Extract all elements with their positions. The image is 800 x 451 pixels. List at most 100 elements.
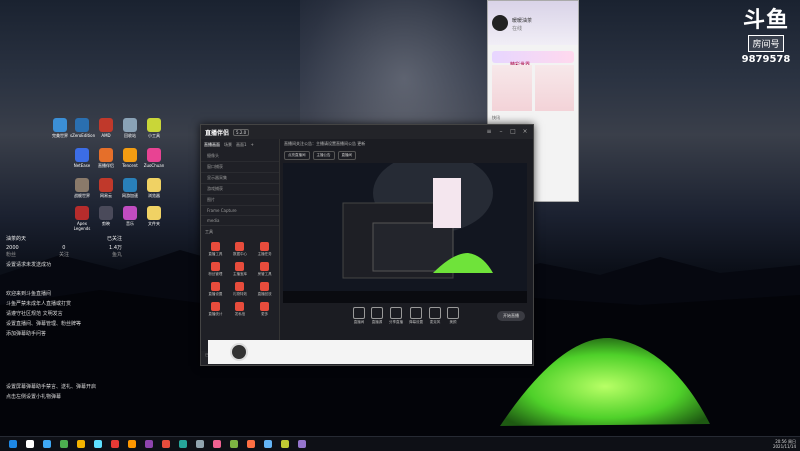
stat-fans: 2000 bbox=[6, 245, 19, 251]
taskbar-app-icon[interactable] bbox=[179, 440, 187, 448]
minimize-icon[interactable]: – bbox=[497, 128, 505, 136]
desktop-icon[interactable]: 文件夹 bbox=[142, 206, 166, 226]
tool-button[interactable]: 直播设置 bbox=[205, 282, 226, 298]
taskbar-app-icon[interactable] bbox=[94, 440, 102, 448]
taskbar-app-icon[interactable] bbox=[230, 440, 238, 448]
avatar[interactable] bbox=[230, 343, 248, 361]
desktop-icon[interactable]: NetEase bbox=[70, 148, 94, 168]
bottom-tool-button[interactable]: 美颜 bbox=[447, 307, 459, 325]
bottom-tool-icon bbox=[429, 307, 441, 319]
taskbar-app-icon[interactable] bbox=[281, 440, 289, 448]
app-icon bbox=[53, 118, 67, 132]
desktop-icon[interactable]: sZeroEdition bbox=[70, 118, 95, 138]
bottom-tool-icon bbox=[447, 307, 459, 319]
desktop-icon[interactable]: 完美世界 bbox=[48, 118, 72, 138]
ad-image[interactable] bbox=[534, 65, 574, 111]
bottom-tool-icon bbox=[390, 307, 402, 319]
taskbar-app-icon[interactable] bbox=[298, 440, 306, 448]
bottom-tool-button[interactable]: 直播源 bbox=[371, 307, 383, 325]
tool-button[interactable]: 直播统计 bbox=[205, 302, 226, 318]
desktop-icon[interactable]: 小工具 bbox=[142, 118, 166, 138]
source-item[interactable]: 游戏捕获 bbox=[201, 184, 279, 195]
bottom-tool-button[interactable]: 直播间 bbox=[353, 307, 365, 325]
tool-button[interactable]: 直播回放 bbox=[254, 282, 275, 298]
desktop-icon[interactable]: 网游加速 bbox=[118, 178, 142, 198]
chip-row: 点亮直播间 主播公告 直播间 bbox=[281, 149, 531, 162]
source-item[interactable]: 窗口捕获 bbox=[201, 162, 279, 173]
ad-image[interactable] bbox=[492, 65, 532, 111]
follow-badge[interactable]: 已关注 bbox=[107, 236, 122, 243]
chip[interactable]: 主播公告 bbox=[312, 151, 335, 160]
bottom-tool-label: 麦克风 bbox=[429, 320, 441, 324]
tool-button[interactable]: 数据中心 bbox=[230, 242, 251, 258]
app-icon bbox=[99, 178, 113, 192]
tool-button[interactable]: 主播任务 bbox=[254, 242, 275, 258]
live-companion-window[interactable]: 直播伴侣 5.2.0 ≡ – □ × 直播画面 场景 画面1 + 摄像头 窗口捕… bbox=[200, 124, 534, 366]
taskbar-app-icon[interactable] bbox=[162, 440, 170, 448]
app-icon bbox=[99, 118, 113, 132]
desktop-icon[interactable]: 回收站 bbox=[118, 118, 142, 138]
danmaku-strip bbox=[208, 340, 532, 364]
taskbar-app-icon[interactable] bbox=[264, 440, 272, 448]
taskbar-app-icon[interactable] bbox=[26, 440, 34, 448]
taskbar-app-icon[interactable] bbox=[9, 440, 17, 448]
desktop-icon[interactable]: ZuoChuan bbox=[142, 148, 166, 168]
scene-sidebar: 直播画面 场景 画面1 + 摄像头 窗口捕获 显示器采集 游戏捕获 图片 Fra… bbox=[201, 139, 280, 351]
tab-view1[interactable]: 画面1 bbox=[236, 142, 247, 148]
chip[interactable]: 点亮直播间 bbox=[284, 151, 310, 160]
room-id: 9879578 bbox=[741, 54, 791, 65]
taskbar-app-icon[interactable] bbox=[128, 440, 136, 448]
taskbar-app-icon[interactable] bbox=[60, 440, 68, 448]
avatar[interactable] bbox=[492, 15, 508, 31]
taskbar-app-icon[interactable] bbox=[77, 440, 85, 448]
bottom-tool-icon bbox=[353, 307, 365, 319]
chip[interactable]: 直播间 bbox=[337, 151, 356, 160]
add-scene-button[interactable]: + bbox=[251, 142, 254, 148]
desktop-icon[interactable]: Tencent bbox=[118, 148, 142, 168]
qq-ad-images[interactable] bbox=[492, 65, 574, 111]
tool-button[interactable]: 粉丝管理 bbox=[205, 262, 226, 278]
desktop-icon[interactable]: Apex Legends bbox=[70, 206, 94, 231]
taskbar-app-icon[interactable] bbox=[213, 440, 221, 448]
desktop-icon[interactable]: 网易云 bbox=[94, 178, 118, 198]
tool-icon bbox=[260, 282, 270, 291]
desktop-icon[interactable]: 浏览器 bbox=[142, 178, 166, 198]
source-item[interactable]: 摄像头 bbox=[201, 151, 279, 162]
taskbar-clock[interactable]: 20:56 周日 2021/11/14 bbox=[773, 439, 796, 449]
tool-button[interactable]: 发私信 bbox=[230, 302, 251, 318]
stat-fishball: 1.4万 bbox=[109, 245, 122, 251]
source-item[interactable]: 显示器采集 bbox=[201, 173, 279, 184]
bottom-tool-button[interactable]: 麦克风 bbox=[429, 307, 441, 325]
desktop-icon[interactable]: 直播伴侣 bbox=[94, 148, 118, 168]
close-icon[interactable]: × bbox=[521, 128, 529, 136]
tab-live-view[interactable]: 直播画面 bbox=[204, 142, 220, 148]
desktop-icon[interactable]: 剪映 bbox=[94, 206, 118, 226]
tool-button[interactable]: 更多 bbox=[254, 302, 275, 318]
source-item[interactable]: Frame Capture bbox=[201, 206, 279, 216]
source-item[interactable]: media bbox=[201, 216, 279, 226]
tool-button[interactable]: 主播宝库 bbox=[230, 262, 251, 278]
tab-scene[interactable]: 场景 bbox=[224, 142, 232, 148]
go-live-button[interactable]: 开始直播 bbox=[497, 311, 525, 321]
taskbar-app-icon[interactable] bbox=[145, 440, 153, 448]
menu-icon[interactable]: ≡ bbox=[485, 128, 493, 136]
bottom-tool-button[interactable]: 弹幕设置 bbox=[409, 307, 423, 325]
desktop-icon[interactable]: AMD bbox=[94, 118, 118, 138]
tool-button[interactable]: 直播工具 bbox=[205, 242, 226, 258]
taskbar-app-icon[interactable] bbox=[247, 440, 255, 448]
tool-button[interactable]: 礼物特效 bbox=[230, 282, 251, 298]
desktop-icon[interactable]: 战舰世界 bbox=[70, 178, 94, 198]
desktop-icon-label: 直播伴侣 bbox=[98, 163, 114, 168]
maximize-icon[interactable]: □ bbox=[509, 128, 517, 136]
tool-label: 数据中心 bbox=[232, 252, 247, 256]
taskbar-app-icon[interactable] bbox=[111, 440, 119, 448]
tool-label: 直播统计 bbox=[208, 312, 223, 316]
tool-button[interactable]: 房管工具 bbox=[254, 262, 275, 278]
qq-banner[interactable]: 精彩世界 bbox=[492, 51, 574, 68]
live-preview[interactable] bbox=[283, 163, 527, 303]
desktop-icon[interactable]: 音乐 bbox=[118, 206, 142, 226]
taskbar-app-icon[interactable] bbox=[196, 440, 204, 448]
source-item[interactable]: 图片 bbox=[201, 195, 279, 206]
taskbar-app-icon[interactable] bbox=[43, 440, 51, 448]
bottom-tool-button[interactable]: 分享直播 bbox=[389, 307, 403, 325]
